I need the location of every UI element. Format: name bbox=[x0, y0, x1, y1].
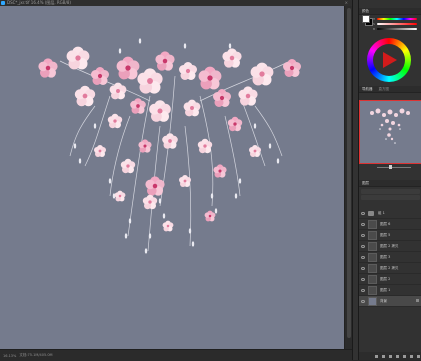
folder-icon bbox=[368, 210, 375, 217]
scrollbar-thumb[interactable] bbox=[347, 8, 351, 338]
layer-row[interactable]: 组 1 bbox=[359, 208, 421, 219]
right-panel-dock: 颜色 H S B 导航器 直方图 图层 组 1 图层 6 图层 5 图层 2 拷… bbox=[358, 0, 421, 360]
layer-thumbnail bbox=[368, 274, 377, 284]
layer-thumbnail bbox=[368, 263, 377, 273]
color-panel-header: 颜色 bbox=[359, 8, 421, 15]
hue-slider[interactable]: H bbox=[373, 17, 419, 21]
layer-name: 图层 3 bbox=[380, 254, 391, 259]
layer-name: 组 1 bbox=[378, 210, 385, 215]
layer-thumbnail bbox=[368, 219, 377, 229]
color-panel: 颜色 H S B bbox=[359, 8, 421, 83]
photoshop-window: DSC*_jxr.tif 16.4% (图层, RGB/8) × 16.13% … bbox=[0, 0, 421, 361]
color-triangle[interactable] bbox=[383, 52, 397, 68]
layer-row-background[interactable]: 背景 bbox=[359, 296, 421, 307]
close-icon[interactable]: × bbox=[345, 0, 348, 5]
layers-footer bbox=[359, 352, 421, 360]
layer-row[interactable]: 图层 3 bbox=[359, 252, 421, 263]
layer-thumbnail bbox=[368, 230, 377, 240]
tab-histogram[interactable]: 直方图 bbox=[376, 86, 393, 92]
brightness-slider[interactable]: B bbox=[373, 27, 419, 31]
visibility-eye-icon[interactable] bbox=[361, 222, 365, 226]
brightness-bar[interactable] bbox=[377, 28, 417, 30]
slider-label: B bbox=[373, 27, 376, 31]
layer-name: 图层 1 bbox=[380, 287, 391, 292]
layer-name: 图层 6 bbox=[380, 221, 391, 226]
new-group-icon[interactable] bbox=[403, 354, 406, 358]
navigator-zoom bbox=[359, 165, 421, 170]
layer-name: 背景 bbox=[380, 298, 387, 303]
status-bar: 16.13% 文档:75.1M/405.0M bbox=[0, 349, 352, 361]
visibility-eye-icon[interactable] bbox=[361, 299, 365, 303]
visibility-eye-icon[interactable] bbox=[361, 233, 365, 237]
link-layers-icon[interactable] bbox=[375, 354, 378, 358]
layer-name: 图层 2 拷贝 bbox=[380, 265, 399, 270]
visibility-eye-icon[interactable] bbox=[361, 277, 365, 281]
layer-thumbnail bbox=[368, 296, 377, 306]
doc-size: 文档:75.1M/405.0M bbox=[19, 353, 53, 357]
ps-doc-icon bbox=[1, 1, 5, 5]
color-wheel-center bbox=[373, 44, 405, 76]
zoom-slider-knob[interactable] bbox=[389, 165, 392, 169]
layer-thumbnail bbox=[368, 252, 377, 262]
visibility-eye-icon[interactable] bbox=[361, 266, 365, 270]
blend-mode-row[interactable] bbox=[361, 195, 420, 200]
layer-thumbnail bbox=[368, 241, 377, 251]
adjustment-icon[interactable] bbox=[396, 354, 399, 358]
layer-row[interactable]: 图层 2 bbox=[359, 274, 421, 285]
layer-name: 图层 2 bbox=[380, 276, 391, 281]
color-wheel[interactable] bbox=[367, 38, 411, 82]
slider-label: S bbox=[373, 22, 375, 26]
zoom-slider-track[interactable] bbox=[377, 167, 411, 168]
layer-row[interactable]: 图层 6 bbox=[359, 219, 421, 230]
tab-navigator[interactable]: 导航器 bbox=[359, 86, 376, 92]
layer-row[interactable]: 图层 2 拷贝 bbox=[359, 241, 421, 252]
layer-row[interactable]: 图层 5 bbox=[359, 230, 421, 241]
layer-list: 组 1 图层 6 图层 5 图层 2 拷贝 图层 3 图层 2 拷贝 图层 2 … bbox=[359, 208, 421, 307]
visibility-eye-icon[interactable] bbox=[361, 255, 365, 259]
trash-icon[interactable] bbox=[417, 354, 420, 358]
layers-toolbar bbox=[359, 188, 421, 204]
tab-color[interactable]: 颜色 bbox=[359, 8, 372, 14]
visibility-eye-icon[interactable] bbox=[361, 288, 365, 292]
flower-artwork bbox=[38, 38, 301, 254]
layer-name: 图层 2 拷贝 bbox=[380, 243, 399, 248]
foreground-color-swatch[interactable] bbox=[362, 15, 370, 23]
layer-row[interactable]: 图层 1 bbox=[359, 285, 421, 296]
fx-icon[interactable] bbox=[382, 354, 385, 358]
layer-thumbnail bbox=[368, 285, 377, 295]
zoom-level[interactable]: 16.13% bbox=[3, 354, 16, 358]
layer-row[interactable]: 图层 2 拷贝 bbox=[359, 263, 421, 274]
layers-panel: 图层 组 1 图层 6 图层 5 图层 2 拷贝 图层 3 图层 2 拷贝 图层… bbox=[359, 180, 421, 360]
navigator-panel: 导航器 直方图 bbox=[359, 86, 421, 172]
mask-icon[interactable] bbox=[389, 354, 392, 358]
layers-header: 图层 bbox=[359, 180, 421, 187]
canvas-area[interactable] bbox=[0, 6, 344, 349]
layer-filter-row[interactable] bbox=[361, 189, 420, 194]
tab-layers[interactable]: 图层 bbox=[359, 180, 372, 186]
layer-name: 图层 5 bbox=[380, 232, 391, 237]
visibility-eye-icon[interactable] bbox=[361, 211, 365, 215]
new-layer-icon[interactable] bbox=[410, 354, 413, 358]
slider-label: H bbox=[373, 17, 376, 21]
navigator-header: 导航器 直方图 bbox=[359, 86, 421, 93]
lock-icon bbox=[416, 299, 419, 302]
visibility-eye-icon[interactable] bbox=[361, 244, 365, 248]
saturation-bar[interactable] bbox=[377, 23, 417, 25]
document-canvas[interactable] bbox=[0, 6, 344, 349]
hue-bar[interactable] bbox=[377, 18, 417, 20]
navigator-thumbnail bbox=[370, 108, 410, 144]
saturation-slider[interactable]: S bbox=[373, 22, 419, 26]
navigator-preview[interactable] bbox=[359, 100, 421, 164]
